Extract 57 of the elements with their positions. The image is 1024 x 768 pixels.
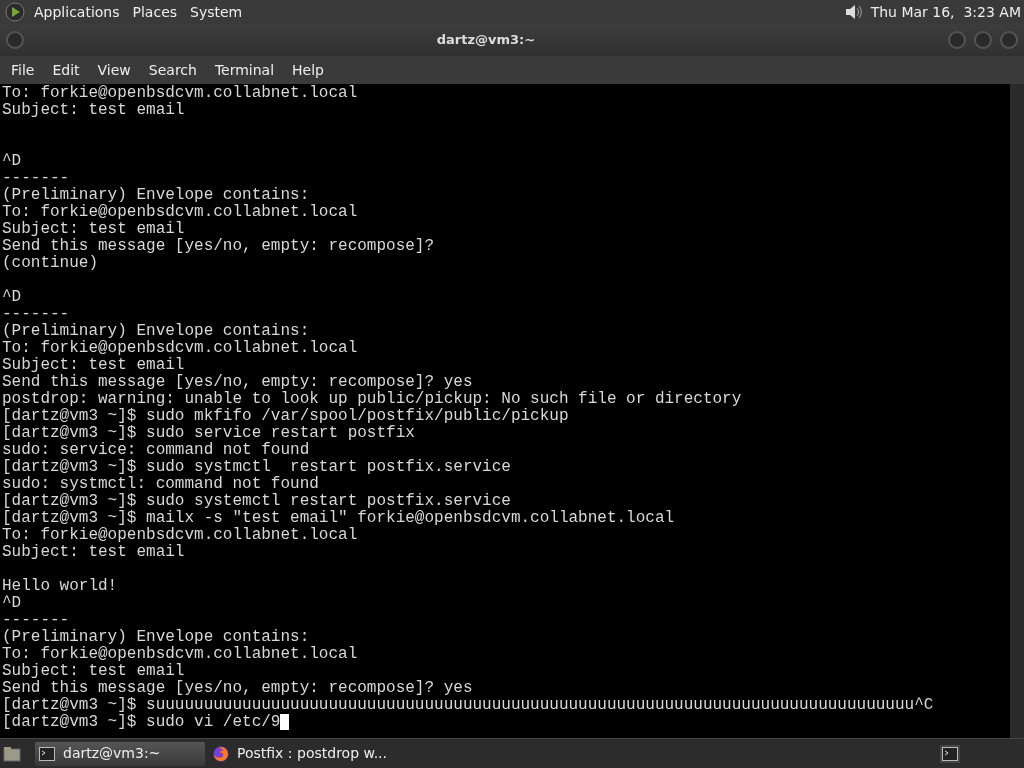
globe-icon xyxy=(213,745,229,762)
terminal-line: [dartz@vm3 ~]$ sudo vi /etc/9 xyxy=(2,714,281,731)
terminal-line: [dartz@vm3 ~]$ sudo mkfifo /var/spool/postfix/public/pickup xyxy=(2,408,569,425)
folder-icon[interactable] xyxy=(3,745,21,762)
panel-menu[interactable]: Places xyxy=(132,1,178,23)
terminal-line: Send this message [yes/no, empty: recompose]? yes xyxy=(2,680,473,697)
terminal-line: Subject: test email xyxy=(2,102,185,119)
window-control-icon[interactable] xyxy=(6,31,24,49)
terminal-line: Send this message [yes/no, empty: recompose]? yes xyxy=(2,374,473,391)
terminal-line: sudo: systmctl: command not found xyxy=(2,476,319,493)
terminal-line: To: forkie@openbsdcvm.collabnet.local xyxy=(2,85,358,102)
terminal-line: [dartz@vm3 ~]$ sudo systmctl restart postfix.service xyxy=(2,459,511,476)
terminal-line: ^D xyxy=(2,153,22,170)
terminal-line: Subject: test email xyxy=(2,357,185,374)
terminal-line: sudo: service: command not found xyxy=(2,442,310,459)
terminal-line: Subject: test email xyxy=(2,544,185,561)
terminal-icon xyxy=(942,746,958,761)
terminal-line: To: forkie@openbsdcvm.collabnet.local xyxy=(2,646,358,663)
window-control-icon[interactable] xyxy=(948,31,966,49)
clock[interactable]: Thu Mar 16, 3:23 AM xyxy=(870,1,1021,23)
terminal-line: [dartz@vm3 ~]$ sudo systemctl restart postfix.service xyxy=(2,493,511,510)
terminal-line: (continue) xyxy=(2,255,98,272)
terminal-line: ^D xyxy=(2,289,22,306)
window-control-icon[interactable] xyxy=(974,31,992,49)
terminal-line: ------- xyxy=(2,170,70,187)
terminal-line: (Preliminary) Envelope contains: xyxy=(2,187,310,204)
terminal-line: Subject: test email xyxy=(2,221,185,238)
terminal-line: To: forkie@openbsdcvm.collabnet.local xyxy=(2,527,358,544)
terminal-line: To: forkie@openbsdcvm.collabnet.local xyxy=(2,340,358,357)
menu-item[interactable]: Search xyxy=(139,59,206,81)
menu-item[interactable]: Help xyxy=(283,59,333,81)
window-title: dartz@vm3:~ xyxy=(435,31,537,50)
menu-item[interactable]: File xyxy=(2,59,44,81)
menu-item[interactable]: View xyxy=(88,59,140,81)
terminal-line: Subject: test email xyxy=(2,663,185,680)
terminal-line: ------- xyxy=(2,612,70,629)
play-logo-icon xyxy=(5,2,25,22)
terminal-line: (Preliminary) Envelope contains: xyxy=(2,323,310,340)
terminal-line: (Preliminary) Envelope contains: xyxy=(2,629,310,646)
terminal-line: Hello world! xyxy=(2,578,118,595)
terminal-line: ------- xyxy=(2,306,70,323)
panel-menu[interactable]: Applications xyxy=(34,1,120,23)
terminal-line: [dartz@vm3 ~]$ suuuuuuuuuuuuuuuuuuuuuuuuuuuuuuuuuuuuuuuuuuuuuuuuuuuuuuuuuuuuuuuuuuuuuuuuuuuuuuu^C xyxy=(2,697,934,714)
terminal-line: ^D xyxy=(2,595,22,612)
scrollbar[interactable] xyxy=(1010,84,1024,738)
window-control-icon[interactable] xyxy=(1000,31,1018,49)
taskbar-button[interactable]: Postfix : postdrop w... xyxy=(209,741,391,766)
terminal-line: postdrop: warning: unable to look up public/pickup: No such file or directory xyxy=(2,391,742,408)
terminal-line: [dartz@vm3 ~]$ sudo service restart postfix xyxy=(2,425,415,442)
terminal-line: [dartz@vm3 ~]$ mailx -s "test email" forkie@openbsdcvm.collabnet.local xyxy=(2,510,675,527)
terminal-icon xyxy=(39,746,55,761)
taskbar-button[interactable]: dartz@vm3:~ xyxy=(35,741,205,766)
menu-item[interactable]: Terminal xyxy=(205,59,284,81)
terminal-line: To: forkie@openbsdcvm.collabnet.local xyxy=(2,204,358,221)
panel-menu[interactable]: System xyxy=(190,1,243,23)
terminal-line: Send this message [yes/no, empty: recompose]? xyxy=(2,238,435,255)
menu-item[interactable]: Edit xyxy=(43,59,89,81)
